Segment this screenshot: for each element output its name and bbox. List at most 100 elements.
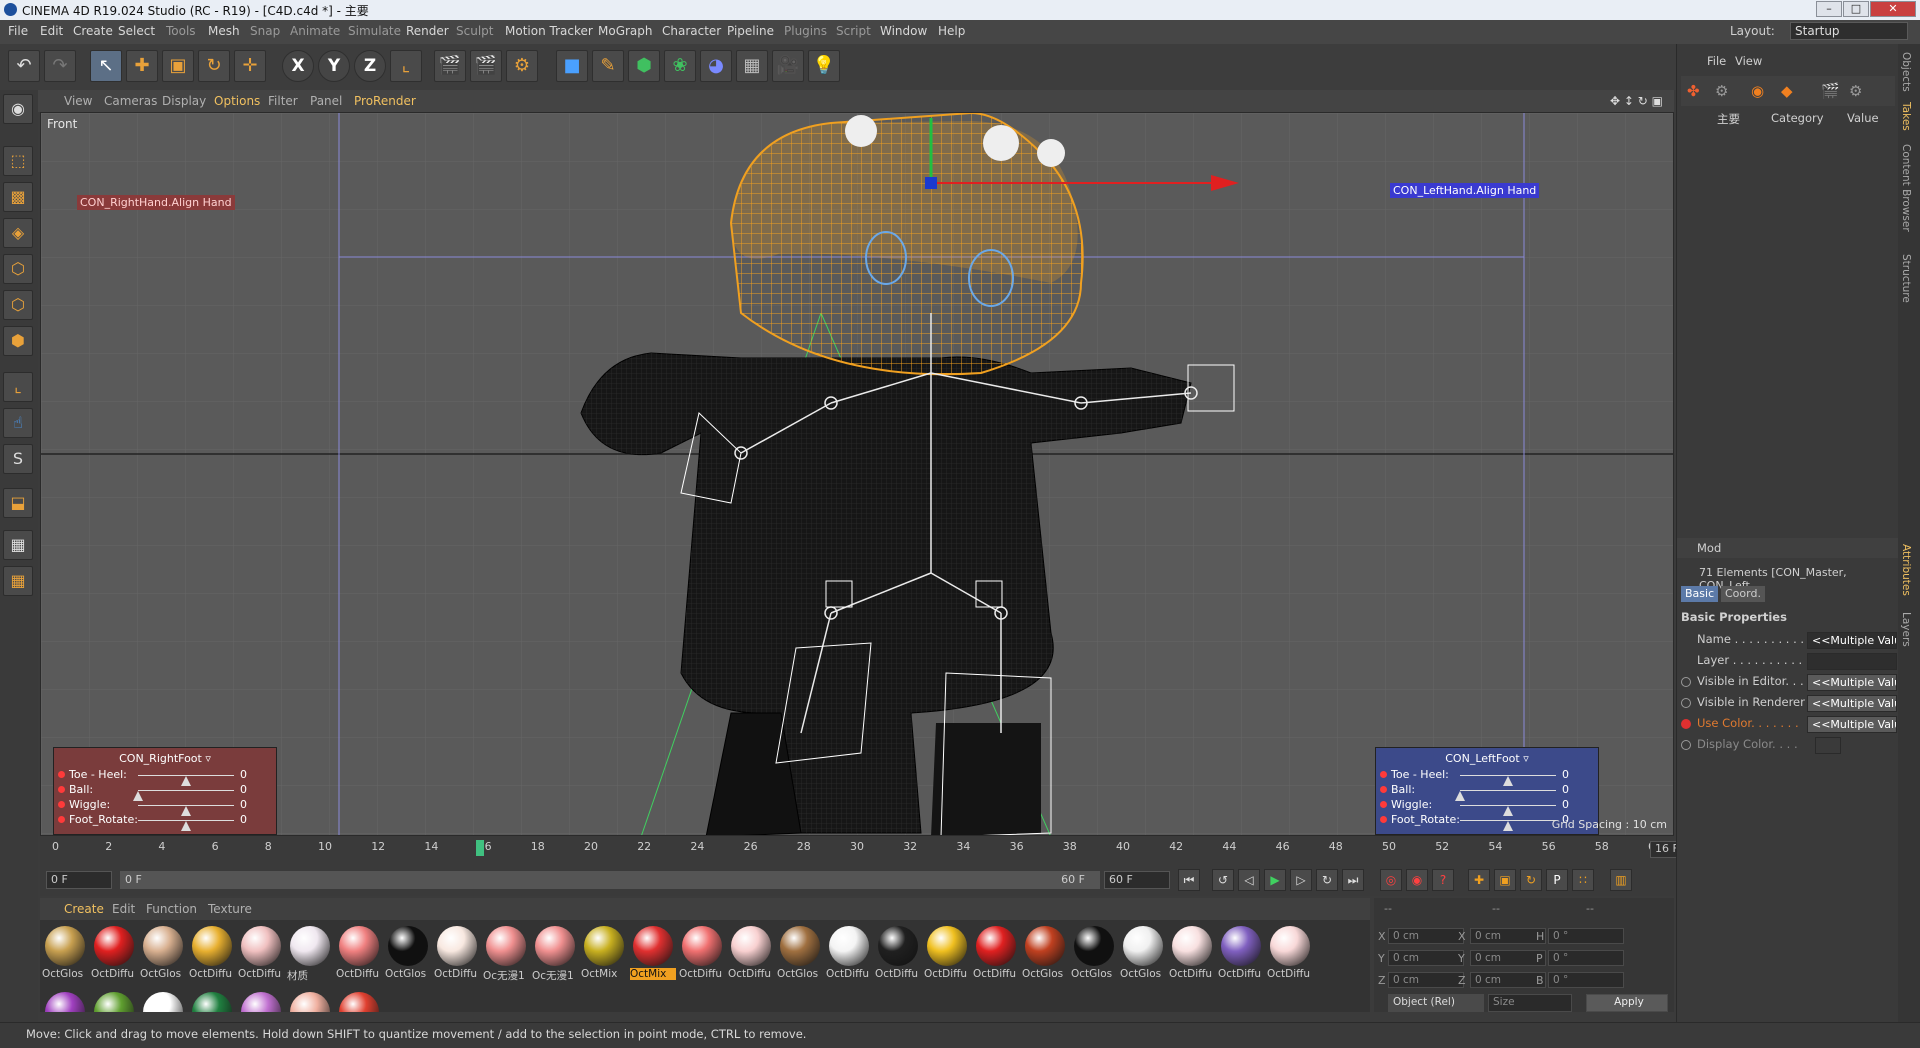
material-swatch[interactable]: OctDiffu — [875, 924, 921, 984]
menu-window[interactable]: Window — [880, 24, 927, 38]
coord-size-select[interactable]: Size — [1488, 994, 1572, 1012]
leftfoot-slider-row[interactable]: Wiggle: 0 — [1380, 798, 1596, 816]
attributes-mode-menu[interactable]: Mod — [1697, 541, 1721, 555]
attribute-value-field[interactable] — [1815, 737, 1841, 754]
material-swatch[interactable]: OctDiffu — [973, 924, 1019, 984]
material-swatch[interactable]: OctDiffu — [924, 924, 970, 984]
live-select-icon[interactable]: ✛ — [234, 50, 266, 82]
side-tab-content-browser[interactable]: Content Browser — [1900, 144, 1912, 232]
auto-take-icon[interactable]: ◉ — [1751, 82, 1764, 100]
tab-basic[interactable]: Basic — [1681, 586, 1719, 602]
slider-value[interactable]: 0 — [240, 783, 247, 796]
tab-coord[interactable]: Coord. — [1721, 586, 1765, 602]
material-swatch[interactable]: OctDiffu — [189, 924, 235, 984]
material-swatch[interactable]: OctDiffu — [1218, 924, 1264, 984]
material-swatch[interactable]: OctGlos — [1022, 924, 1068, 984]
model-mode-icon[interactable]: ⬚ — [3, 146, 33, 176]
attribute-value-field[interactable]: <<Multiple Valu — [1807, 695, 1897, 712]
x-axis-lock-icon[interactable]: X — [282, 50, 314, 82]
minimize-button[interactable]: – — [1816, 1, 1842, 17]
start-frame-field[interactable]: 0 F — [46, 871, 112, 889]
coord-value-field[interactable]: 0 ° — [1548, 950, 1624, 966]
menu-help[interactable]: Help — [938, 24, 965, 38]
slider-track[interactable] — [138, 820, 234, 831]
slider-track[interactable] — [133, 790, 234, 801]
menu-sculpt[interactable]: Sculpt — [456, 24, 493, 38]
snap-icon[interactable]: ⬓ — [3, 488, 33, 518]
slider-track[interactable] — [138, 775, 234, 786]
material-swatch[interactable]: OctGlos — [1120, 924, 1166, 984]
material-menu-edit[interactable]: Edit — [112, 902, 135, 916]
floor-icon[interactable]: ▦ — [736, 50, 768, 82]
slider-value[interactable]: 0 — [1562, 783, 1569, 796]
material-swatch[interactable] — [238, 990, 284, 1012]
slider-value[interactable]: 0 — [240, 813, 247, 826]
z-axis-lock-icon[interactable]: Z — [354, 50, 386, 82]
material-swatch[interactable]: OctDiffu — [826, 924, 872, 984]
camera-icon[interactable]: 🎥 — [772, 50, 804, 82]
menu-tools[interactable]: Tools — [166, 24, 196, 38]
coord-value-field[interactable]: 0 cm — [1470, 928, 1546, 944]
render-settings-icon[interactable]: ⚙ — [506, 50, 538, 82]
coord-value-field[interactable]: 0 ° — [1548, 972, 1624, 988]
edges-mode-icon[interactable]: ⬡ — [3, 290, 33, 320]
y-axis-lock-icon[interactable]: Y — [318, 50, 350, 82]
attribute-value-field[interactable]: <<Multiple Valu — [1807, 632, 1897, 649]
menu-edit[interactable]: Edit — [40, 24, 63, 38]
go-to-start-icon[interactable]: ⏮ — [1178, 869, 1200, 891]
cube-primitive-icon[interactable]: ■ — [556, 50, 588, 82]
material-menu-create[interactable]: Create — [64, 902, 104, 916]
scale-tool-icon[interactable]: ▣ — [162, 50, 194, 82]
tweak-mode-icon[interactable]: ☝ — [3, 408, 33, 438]
slider-knob[interactable] — [1503, 821, 1513, 831]
workplane-icon[interactable]: ◈ — [3, 218, 33, 248]
key-scale-icon[interactable]: ▣ — [1494, 869, 1516, 891]
material-swatch[interactable]: Oc无漫1 — [483, 924, 529, 984]
material-swatch[interactable] — [91, 990, 137, 1012]
menu-create[interactable]: Create — [73, 24, 113, 38]
slider-value[interactable]: 0 — [240, 798, 247, 811]
end-frame-field[interactable]: 60 F — [1104, 871, 1170, 889]
menu-mograph[interactable]: MoGraph — [598, 24, 653, 38]
deformer-icon[interactable]: ◕ — [700, 50, 732, 82]
objects-menu-view[interactable]: View — [1735, 54, 1762, 68]
material-swatch[interactable] — [189, 990, 235, 1012]
key-parameter-icon[interactable]: P — [1546, 869, 1568, 891]
lock-take-icon[interactable]: ◆ — [1781, 82, 1793, 100]
keyframe-dot-icon[interactable] — [1380, 816, 1387, 823]
material-swatch[interactable]: OctGlos — [385, 924, 431, 984]
material-swatch[interactable]: OctGlos — [140, 924, 186, 984]
material-swatch[interactable]: OctDiffu — [728, 924, 774, 984]
coord-value-field[interactable]: 0 ° — [1548, 928, 1624, 944]
render-view-icon[interactable]: 🎬 — [434, 50, 466, 82]
axis-mode-icon[interactable]: ⌞ — [3, 372, 33, 402]
keyframe-dot-icon[interactable] — [58, 786, 65, 793]
coord-value-field[interactable]: 0 cm — [1388, 928, 1464, 944]
menu-plugins[interactable]: Plugins — [784, 24, 827, 38]
coord-value-field[interactable]: 0 cm — [1388, 972, 1464, 988]
viewport-menu-filter[interactable]: Filter — [268, 94, 298, 108]
key-position-icon[interactable]: ✚ — [1468, 869, 1490, 891]
keyframe-dot-icon[interactable] — [1380, 771, 1387, 778]
material-swatch[interactable]: OctGlos — [777, 924, 823, 984]
rightfoot-slider-row[interactable]: Ball: 0 — [58, 783, 274, 801]
make-editable-icon[interactable]: ◉ — [3, 94, 33, 124]
cloner-icon[interactable]: ❀ — [664, 50, 696, 82]
keyframe-dot-icon[interactable] — [58, 771, 65, 778]
render-take-icon[interactable]: 🎬 — [1821, 82, 1840, 100]
override-icon[interactable]: ⚙ — [1715, 82, 1728, 100]
polygons-mode-icon[interactable]: ⬢ — [3, 326, 33, 356]
coord-mode-select[interactable]: Object (Rel) — [1388, 994, 1484, 1012]
material-swatch[interactable]: Oc无漫1 — [532, 924, 578, 984]
material-swatch[interactable]: OctDiffu — [336, 924, 382, 984]
previous-key-icon[interactable]: ↺ — [1212, 869, 1234, 891]
render-picture-viewer-icon[interactable]: 🎬 — [470, 50, 502, 82]
keyframe-dot-icon[interactable] — [58, 801, 65, 808]
side-tab-attributes[interactable]: Attributes — [1900, 544, 1912, 596]
material-swatch[interactable]: OctDiffu — [679, 924, 725, 984]
material-swatch[interactable] — [42, 990, 88, 1012]
animate-radio-icon[interactable] — [1681, 698, 1691, 708]
animate-radio-icon[interactable] — [1681, 677, 1691, 687]
material-swatch[interactable]: OctDiffu — [91, 924, 137, 984]
texture-mode-icon[interactable]: ▩ — [3, 182, 33, 212]
